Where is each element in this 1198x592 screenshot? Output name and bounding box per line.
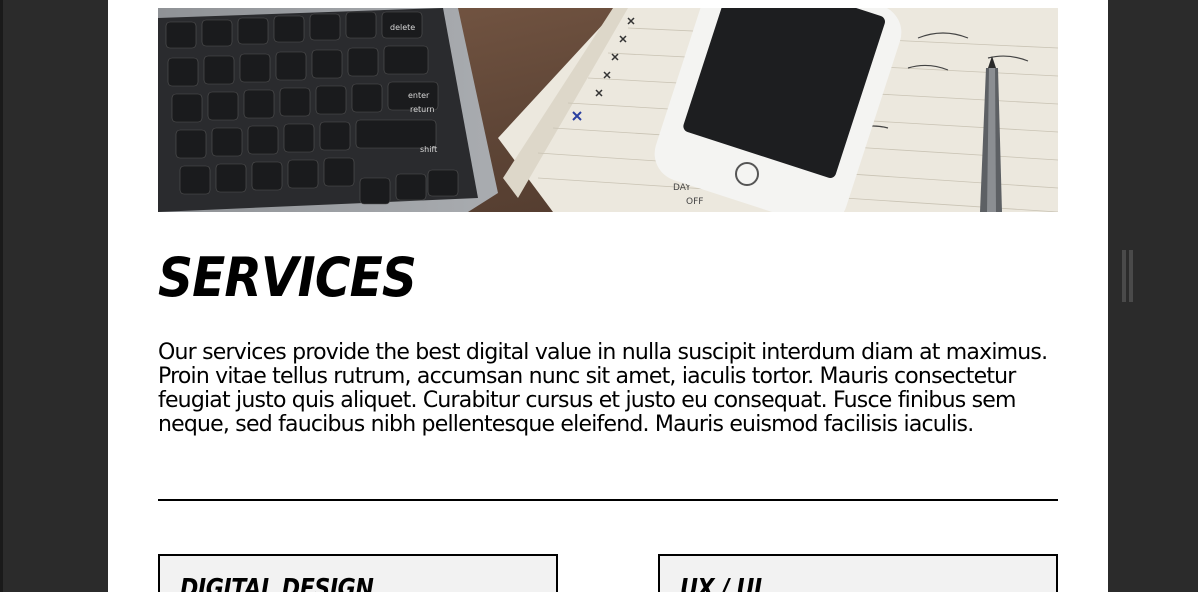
service-card-ux-ui[interactable]: UX / UI [658, 554, 1058, 592]
window-edge [0, 0, 3, 592]
key-label: delete [390, 23, 415, 32]
hero-image: delete enter return shift DAY OFF [158, 8, 1058, 212]
services-description: Our services provide the best digital va… [158, 340, 1048, 437]
key-label: enter [408, 91, 430, 100]
section-divider [158, 499, 1058, 501]
page-content: delete enter return shift DAY OFF SERVIC… [108, 0, 1108, 592]
key-label: shift [420, 145, 437, 154]
services-heading: SERVICES [158, 246, 417, 309]
service-card-title: DIGITAL DESIGN [180, 574, 374, 592]
scroll-handle-icon[interactable] [1122, 250, 1134, 302]
laptop-keyboard-image: delete enter return shift [158, 8, 498, 212]
key-label: return [410, 105, 434, 114]
note-text: OFF [686, 197, 703, 207]
service-card-title: UX / UI [680, 574, 762, 592]
service-card-digital-design[interactable]: DIGITAL DESIGN [158, 554, 558, 592]
